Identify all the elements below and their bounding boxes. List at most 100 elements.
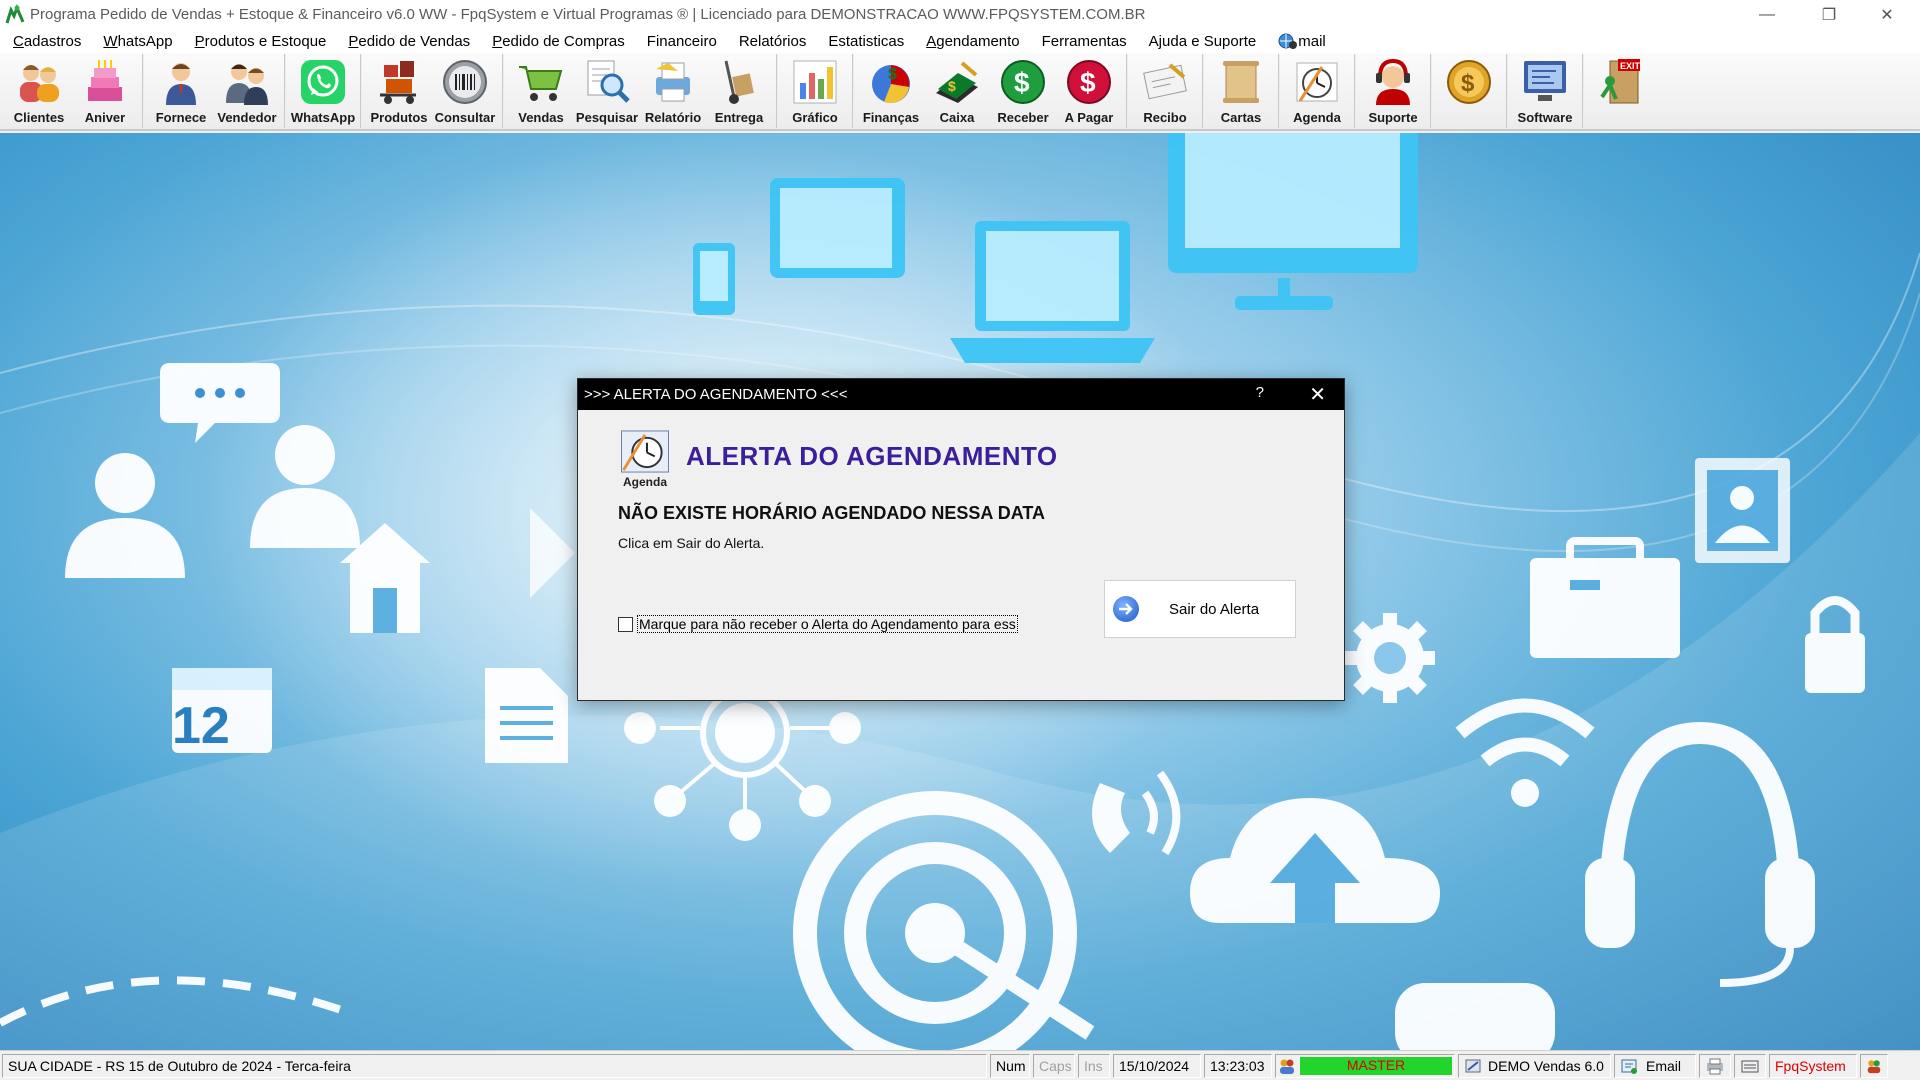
disable-alert-checkbox[interactable]: Marque para não receber o Alerta do Agen… — [618, 615, 1018, 633]
dialog-help-button[interactable]: ? — [1256, 384, 1264, 401]
minimize-icon: ― — [1759, 5, 1775, 23]
svg-text:$: $ — [1014, 67, 1030, 98]
menu-agendamento[interactable]: Agendamento — [917, 33, 1028, 50]
menu-ajuda-suporte[interactable]: Ajuda e Suporte — [1140, 33, 1266, 50]
close-icon: ✕ — [1309, 384, 1326, 406]
toolbar-label: Entrega — [714, 110, 764, 125]
toolbar-label: Software — [1517, 110, 1573, 125]
products-cart-icon — [380, 61, 416, 104]
toolbar-label: Finanças — [862, 110, 920, 125]
menu-cadastros[interactable]: Cadastros — [4, 33, 90, 50]
menu-accel: P — [194, 32, 205, 50]
svg-text:$: $ — [1080, 67, 1096, 98]
status-location-date: SUA CIDADE - RS 15 de Outubro de 2024 - … — [2, 1053, 987, 1078]
people-icon — [20, 65, 59, 102]
exit-alert-label: Sair do Alerta — [1169, 600, 1260, 618]
toolbar-recibo-button[interactable]: Recibo — [1132, 53, 1198, 129]
toolbar-receber-button[interactable]: $ Receber — [990, 53, 1056, 129]
toolbar-apagar-button[interactable]: $ A Pagar — [1056, 53, 1122, 129]
checkbox-box[interactable] — [618, 616, 633, 632]
toolbar-label: Relatório — [644, 110, 702, 125]
menu-label: Financeiro — [646, 32, 717, 50]
toolbar-vendas-button[interactable]: Vendas — [508, 53, 574, 129]
window-title: Programa Pedido de Vendas + Estoque & Fi… — [30, 6, 1146, 23]
restore-button[interactable]: ❐ — [1800, 0, 1858, 29]
menu-email[interactable]: mail — [1269, 32, 1335, 50]
menu-financeiro[interactable]: Financeiro — [638, 33, 726, 50]
cash-book-icon: $ — [936, 61, 978, 103]
status-keyboard-button[interactable] — [1734, 1053, 1766, 1078]
status-brand: FpqSystem — [1769, 1053, 1857, 1078]
toolbar-consultar-button[interactable]: Consultar — [432, 53, 498, 129]
version-icon — [1465, 1059, 1481, 1072]
toolbar-separator — [1278, 54, 1280, 128]
toolbar-whatsapp-button[interactable]: WhatsApp — [290, 53, 356, 129]
toolbar-relatorio-button[interactable]: Relatório — [640, 53, 706, 129]
title-bar: Programa Pedido de Vendas + Estoque & Fi… — [0, 0, 1920, 29]
menu-pedido-compras[interactable]: Pedido de Compras — [483, 33, 634, 50]
menu-bar: Cadastros WhatsApp Produtos e Estoque Pe… — [0, 29, 1920, 53]
email-icon — [1621, 1059, 1637, 1074]
dialog-title: >>> ALERTA DO AGENDAMENTO <<< — [584, 386, 848, 403]
toolbar-exit-button[interactable]: EXIT — [1588, 53, 1654, 129]
toolbar-entrega-button[interactable]: Entrega — [706, 53, 772, 129]
menu-accel: W — [103, 32, 118, 50]
status-users-button[interactable] — [1860, 1053, 1888, 1078]
pay-money-icon: $ — [1067, 60, 1111, 104]
dialog-close-button[interactable]: ✕ — [1309, 382, 1326, 407]
toolbar-agenda-button[interactable]: Agenda — [1284, 53, 1350, 129]
toolbar-coin-button[interactable]: $ — [1436, 53, 1502, 129]
support-agent-icon — [1376, 58, 1410, 105]
minimize-button[interactable]: ― — [1738, 0, 1796, 29]
status-printer-button[interactable] — [1699, 1053, 1731, 1078]
user-group-icon — [1280, 1059, 1294, 1074]
menu-estatisticas[interactable]: Estatisticas — [819, 33, 913, 50]
menu-produtos-estoque[interactable]: Produtos e Estoque — [186, 33, 336, 50]
toolbar-suporte-button[interactable]: Suporte — [1360, 53, 1426, 129]
toolbar-produtos-button[interactable]: Produtos — [366, 53, 432, 129]
toolbar-separator — [502, 54, 504, 128]
toolbar-pesquisar-button[interactable]: Pesquisar — [574, 53, 640, 129]
users-icon — [1867, 1059, 1881, 1073]
supplier-person-icon — [166, 63, 196, 105]
menu-relatorios[interactable]: Relatórios — [730, 33, 816, 50]
close-window-button[interactable]: ✕ — [1858, 0, 1916, 29]
toolbar-grafico-button[interactable]: Gráfico — [782, 53, 848, 129]
finance-pie-icon: $ — [872, 65, 910, 104]
toolbar-vendedor-button[interactable]: Vendedor — [214, 53, 280, 129]
menu-whatsapp[interactable]: WhatsApp — [94, 33, 181, 50]
dialog-heading: ALERTA DO AGENDAMENTO — [686, 441, 1058, 471]
shopping-cart-icon — [519, 66, 563, 101]
toolbar-label: Caixa — [939, 110, 975, 125]
toolbar-separator — [1354, 54, 1356, 128]
status-email-button[interactable]: Email — [1614, 1053, 1696, 1078]
toolbar-clientes-button[interactable]: Clientes — [6, 53, 72, 129]
scroll-letter-icon — [1223, 61, 1259, 103]
toolbar-label: Receber — [997, 110, 1049, 125]
receive-money-icon: $ — [1001, 60, 1045, 104]
menu-pedido-vendas[interactable]: Pedido de Vendas — [339, 33, 479, 50]
toolbar-cartas-button[interactable]: Cartas — [1208, 53, 1274, 129]
checkbox-label[interactable]: Marque para não receber o Alerta do Agen… — [637, 615, 1018, 633]
toolbar-software-button[interactable]: Software — [1512, 53, 1578, 129]
toolbar-label: Consultar — [434, 110, 496, 125]
toolbar-caixa-button[interactable]: $ Caixa — [924, 53, 990, 129]
toolbar-financas-button[interactable]: $ Finanças — [858, 53, 924, 129]
toolbar-label: A Pagar — [1064, 110, 1114, 125]
app-logo-icon — [5, 3, 25, 23]
menu-label: Relatórios — [738, 32, 807, 50]
menu-accel: C — [13, 32, 24, 50]
receipt-icon — [1143, 63, 1187, 100]
status-version: DEMO Vendas 6.0 — [1488, 1057, 1604, 1074]
barcode-icon — [443, 60, 487, 104]
menu-accel: P — [348, 32, 359, 50]
toolbar-aniver-button[interactable]: Aniver — [72, 53, 138, 129]
menu-label: edido de Compras — [502, 32, 625, 50]
menu-label: mail — [1298, 32, 1326, 50]
exit-alert-button[interactable]: Sair do Alerta — [1104, 580, 1296, 638]
toolbar-label: WhatsApp — [290, 110, 356, 125]
toolbar-separator — [1202, 54, 1204, 128]
menu-ferramentas[interactable]: Ferramentas — [1033, 33, 1136, 50]
toolbar-separator — [776, 54, 778, 128]
toolbar-fornece-button[interactable]: Fornece — [148, 53, 214, 129]
